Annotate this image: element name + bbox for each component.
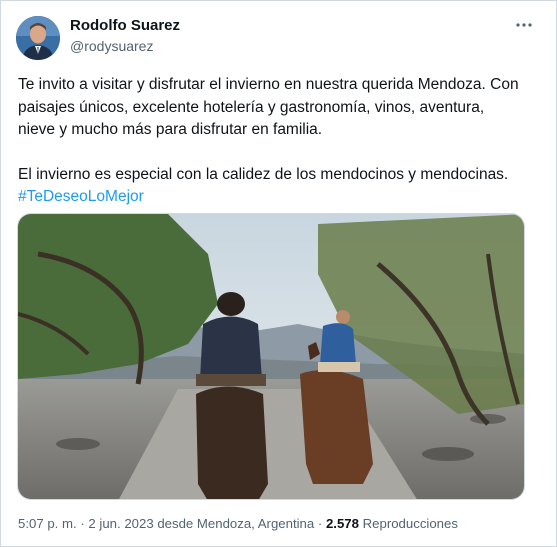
hashtag-link[interactable]: #TeDeseoLoMejor [18, 188, 144, 205]
tweet-text-line: El invierno es especial con la calidez d… [18, 165, 509, 183]
views-count: 2.578 [325, 516, 359, 531]
tweet-meta: 5:07 p. m. · 2 jun. 2023 desde Mendoza, … [18, 516, 458, 531]
tweet-text: Te invito a visitar y disfrutar el invie… [18, 74, 538, 209]
avatar[interactable] [16, 16, 60, 60]
author-name[interactable]: Rodolfo Suarez [70, 17, 180, 34]
video-thumbnail [18, 214, 524, 499]
tweet-date-link[interactable]: 2 jun. 2023 [88, 516, 153, 531]
more-options-button[interactable] [512, 13, 536, 37]
tweet-location: desde Mendoza, Argentina [153, 516, 315, 531]
tweet-card: Rodolfo Suarez @rodysuarez Te invito a v… [0, 0, 557, 547]
tweet-text-line: nieve y mucho más para disfrutar en fami… [18, 121, 323, 138]
profile-photo [16, 16, 60, 60]
ellipsis-icon [516, 23, 532, 27]
author-handle[interactable]: @rodysuarez [70, 38, 153, 54]
meta-separator: · [76, 516, 89, 531]
tweet-time-link[interactable]: 5:07 p. m. [18, 516, 77, 531]
tweet-text-line: paisajes únicos, excelente hotelería y g… [18, 98, 485, 116]
tweet-media-video[interactable] [17, 213, 525, 500]
meta-separator: · [314, 516, 326, 531]
tweet-text-line: Te invito a visitar y disfrutar el invie… [18, 76, 519, 93]
views-label: Reproducciones [358, 516, 458, 531]
